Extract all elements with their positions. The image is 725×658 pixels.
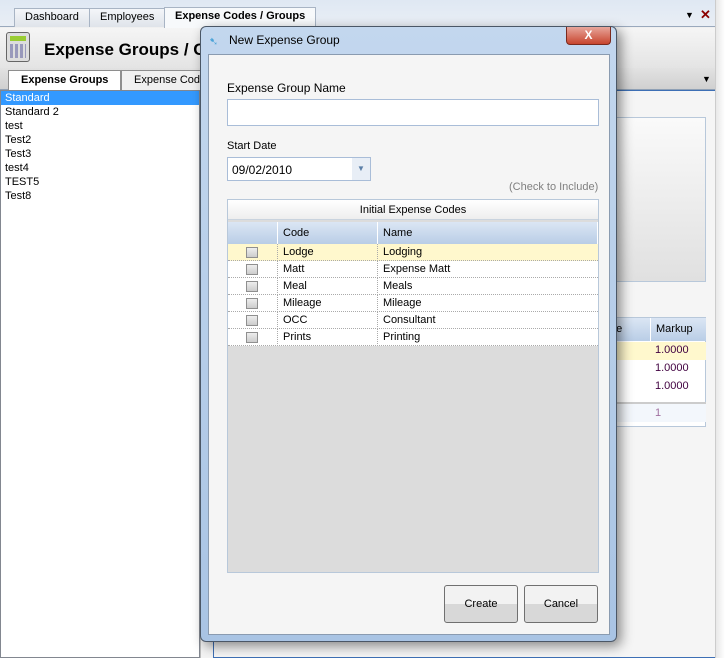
expense-group-name-input[interactable] xyxy=(227,99,599,126)
include-checkbox[interactable] xyxy=(246,298,258,309)
table-row[interactable]: Meal Meals xyxy=(228,278,598,295)
table-row[interactable]: Lodge Lodging xyxy=(228,244,598,261)
code-cell: Lodge xyxy=(278,244,378,261)
close-icon[interactable]: ✕ xyxy=(700,7,711,23)
check-cell xyxy=(228,278,278,295)
column-header-markup[interactable]: Markup xyxy=(650,318,706,341)
footer-cell: 1 xyxy=(655,407,662,419)
initial-expense-codes-grid: Initial Expense Codes Code Name Lodge Lo… xyxy=(227,199,599,573)
column-header-name[interactable]: Name xyxy=(378,222,598,244)
include-checkbox[interactable] xyxy=(246,332,258,343)
include-checkbox[interactable] xyxy=(246,247,258,258)
markup-cell: 1.0000 xyxy=(655,362,689,374)
list-item[interactable]: Standard 2 xyxy=(1,105,199,119)
include-checkbox[interactable] xyxy=(246,264,258,275)
name-cell: Mileage xyxy=(383,297,422,309)
check-cell xyxy=(228,295,278,312)
dropdown-arrow-icon[interactable]: ▼ xyxy=(702,74,711,84)
bird-icon: ➷ xyxy=(209,36,219,48)
calculator-icon xyxy=(6,32,30,62)
code-cell: Meal xyxy=(278,278,378,295)
dialog-title: New Expense Group xyxy=(229,33,340,47)
table-row[interactable]: Mileage Mileage xyxy=(228,295,598,312)
name-cell: Printing xyxy=(383,331,421,343)
name-cell: Expense Matt xyxy=(383,263,451,275)
chevron-down-icon[interactable]: ▼ xyxy=(352,158,370,180)
check-cell xyxy=(228,244,278,261)
list-item[interactable]: test4 xyxy=(1,161,199,175)
table-row[interactable]: Matt Expense Matt xyxy=(228,261,598,278)
create-button[interactable]: Create xyxy=(444,585,518,623)
top-tab-strip: Dashboard Employees Expense Codes / Grou… xyxy=(0,0,725,28)
include-checkbox[interactable] xyxy=(246,281,258,292)
name-label: Expense Group Name xyxy=(227,81,346,95)
include-checkbox[interactable] xyxy=(246,315,258,326)
start-date-value: 09/02/2010 xyxy=(232,163,293,177)
code-cell: OCC xyxy=(278,312,378,329)
check-cell xyxy=(228,261,278,278)
tab-employees[interactable]: Employees xyxy=(89,8,166,27)
name-cell: Lodging xyxy=(383,246,423,258)
scrollbar[interactable] xyxy=(715,0,725,658)
name-cell: Consultant xyxy=(383,314,436,326)
dropdown-arrow-icon[interactable]: ▼ xyxy=(685,10,694,20)
list-item[interactable]: Test8 xyxy=(1,189,199,203)
code-cell: Mileage xyxy=(278,295,378,312)
markup-cell: 1.0000 xyxy=(655,344,689,356)
table-row[interactable]: Prints Printing xyxy=(228,329,598,346)
check-cell xyxy=(228,312,278,329)
start-date-label: Start Date xyxy=(227,140,277,152)
dialog-body: Expense Group Name Start Date 09/02/2010… xyxy=(208,54,610,635)
name-cell: Meals xyxy=(383,280,413,292)
column-header-code[interactable]: Code xyxy=(278,222,378,244)
check-cell xyxy=(228,329,278,346)
grid-title: Initial Expense Codes xyxy=(228,200,598,220)
code-cell: Prints xyxy=(278,329,378,346)
table-row[interactable]: OCC Consultant xyxy=(228,312,598,329)
list-item[interactable]: Test3 xyxy=(1,147,199,161)
list-item[interactable]: Standard xyxy=(1,91,199,105)
tab-expense-groups[interactable]: Expense Groups xyxy=(8,70,122,90)
close-button[interactable]: X xyxy=(566,27,611,45)
column-header-check[interactable] xyxy=(228,222,278,244)
list-item[interactable]: Test2 xyxy=(1,133,199,147)
tab-expense-codes-groups[interactable]: Expense Codes / Groups xyxy=(164,7,317,28)
expense-groups-list[interactable]: Standard Standard 2 test Test2 Test3 tes… xyxy=(0,90,200,658)
markup-cell: 1.0000 xyxy=(655,380,689,392)
start-date-picker[interactable]: 09/02/2010 ▼ xyxy=(227,157,371,181)
list-item[interactable]: test xyxy=(1,119,199,133)
code-cell: Matt xyxy=(278,261,378,278)
check-hint: (Check to Include) xyxy=(509,181,599,193)
tab-dashboard[interactable]: Dashboard xyxy=(14,8,90,27)
new-expense-group-dialog: ➷ New Expense Group X Expense Group Name… xyxy=(200,26,617,642)
cancel-button[interactable]: Cancel xyxy=(524,585,598,623)
list-item[interactable]: TEST5 xyxy=(1,175,199,189)
